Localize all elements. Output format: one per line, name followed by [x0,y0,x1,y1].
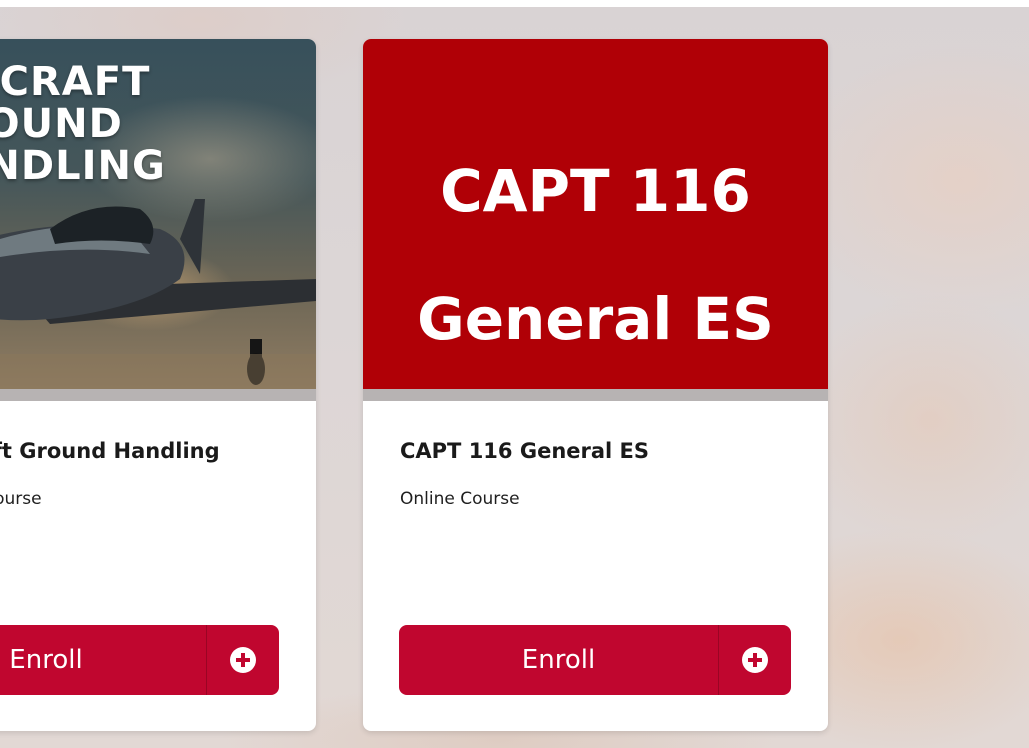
thumbnail-title: CAPT 116 General ES [417,157,774,353]
top-bar [0,0,1029,7]
course-type: Online Course [400,489,520,509]
course-title[interactable]: CAPT 116 General ES [400,439,649,463]
course-type: Online Course [0,489,42,509]
enroll-button[interactable]: Enroll [399,625,791,695]
enroll-add-button[interactable] [207,625,279,695]
enroll-label: Enroll [9,645,83,675]
course-card[interactable]: AIRCRAFT GROUND HANDLING Aircraft Ground… [0,39,316,731]
card-body: Aircraft Ground Handling Online Course E… [0,401,316,731]
enroll-add-button[interactable] [719,625,791,695]
enroll-label: Enroll [521,645,596,675]
course-thumbnail[interactable]: AIRCRAFT GROUND HANDLING [0,39,316,389]
course-card[interactable]: CAPT 116 General ES CAPT 116 General ES … [363,39,828,731]
course-title[interactable]: Aircraft Ground Handling [0,439,220,463]
thumbnail-divider [0,389,316,401]
course-thumbnail[interactable]: CAPT 116 General ES [363,39,828,389]
enroll-button[interactable]: Enroll [0,625,279,695]
plus-circle-icon [230,647,256,673]
thumbnail-title: AIRCRAFT GROUND HANDLING [0,59,166,189]
thumbnail-divider [363,389,828,401]
card-body: CAPT 116 General ES Online Course Enroll [363,401,828,731]
plus-circle-icon [742,647,768,673]
course-catalog: AIRCRAFT GROUND HANDLING Aircraft Ground… [0,0,1029,748]
